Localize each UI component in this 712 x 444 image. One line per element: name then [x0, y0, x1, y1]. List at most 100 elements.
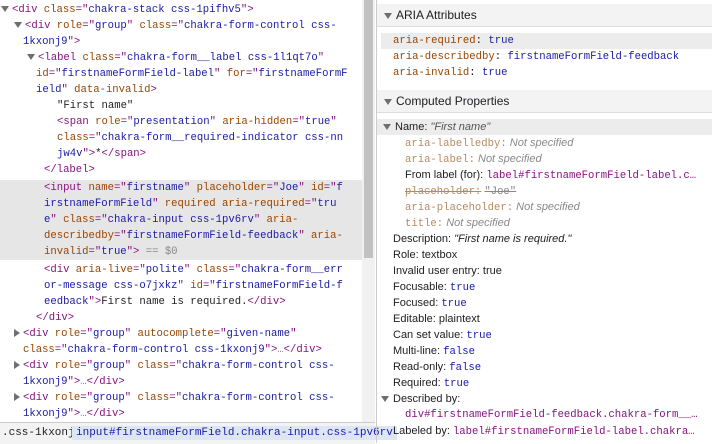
- expand-triangle-icon[interactable]: [384, 98, 392, 105]
- aria-attribute-name: aria-invalid: [393, 67, 470, 79]
- dom-token: id: [311, 182, 324, 194]
- dom-token: chakra-form__label css-1l1qt7o: [127, 52, 318, 64]
- dom-token: true: [304, 116, 331, 128]
- dom-token: <div: [23, 392, 55, 404]
- dom-token: ">: [264, 344, 278, 356]
- expand-triangle-icon[interactable]: [27, 54, 35, 61]
- expand-triangle-icon[interactable]: [14, 22, 22, 29]
- dom-token: class: [23, 344, 55, 356]
- dom-token: ": [298, 230, 312, 242]
- dom-node-line[interactable]: <input name="firstname" placeholder="Joe…: [0, 180, 362, 196]
- dom-token: class: [57, 132, 89, 144]
- dom-token: =": [228, 264, 242, 276]
- dom-token: required aria-required: [164, 198, 305, 210]
- dom-token: <div: [23, 328, 55, 340]
- dom-token: chakra-form-control css-: [183, 20, 337, 32]
- breadcrumb-item-active[interactable]: input#firstnameFormField.chakra-input.cs…: [72, 426, 397, 440]
- collapse-triangle-icon[interactable]: [14, 361, 20, 370]
- dom-token: =": [48, 68, 62, 80]
- dom-token: data-invalid: [74, 84, 151, 96]
- dom-token: ": [124, 328, 138, 340]
- dom-token: jw4v: [57, 148, 83, 160]
- expand-triangle-icon[interactable]: [381, 396, 389, 403]
- dom-token: =": [266, 182, 280, 194]
- dom-token: class: [196, 264, 229, 276]
- dom-token: group: [94, 20, 127, 32]
- computed-property-row: Description: "First name is required.": [393, 231, 571, 247]
- property-label: Invalid user entry:: [393, 265, 480, 277]
- dom-token: =": [114, 52, 128, 64]
- dom-token: =": [88, 246, 102, 258]
- aria-attribute-row[interactable]: aria-required: true: [381, 33, 712, 49]
- dom-token: =": [133, 264, 146, 276]
- dom-node-line[interactable]: e" class="chakra-input css-1pv6rv" aria-: [0, 212, 362, 228]
- name-source-value: Not specified: [516, 201, 580, 213]
- dom-token: <div: [23, 360, 55, 372]
- dom-token: given-name: [226, 328, 291, 340]
- property-label: Required:: [393, 377, 441, 389]
- breadcrumb-item[interactable]: .css-1kxonj9: [2, 426, 81, 440]
- aria-attribute-row[interactable]: aria-invalid: true: [381, 65, 507, 81]
- dom-token: tru: [317, 198, 337, 210]
- dom-token: </div>: [86, 376, 125, 388]
- name-source-link[interactable]: label#firstnameFormField-label.c…: [486, 170, 696, 182]
- dom-token: autocomplete: [137, 328, 214, 340]
- dom-token: <div: [12, 4, 44, 16]
- dom-token: =": [82, 20, 95, 32]
- labeled-by-value[interactable]: label#firstnameFormField-label.chakra…: [453, 426, 695, 438]
- dom-token: =": [80, 328, 93, 340]
- collapse-triangle-icon[interactable]: [14, 393, 20, 402]
- dom-tree-pane[interactable]: <div class="chakra-stack css-1pifhv5"> <d…: [0, 0, 362, 422]
- dom-node-line[interactable]: describedby="firstnameFormField-feedback…: [0, 228, 362, 244]
- dom-token: ">: [67, 408, 81, 420]
- property-value: "First name is required.": [454, 233, 572, 245]
- dom-scrollbar-thumb[interactable]: [364, 0, 373, 258]
- dom-token: </div>: [36, 312, 75, 324]
- property-label: Can set value:: [393, 329, 464, 341]
- computed-property-row: Read-only: false: [393, 359, 481, 375]
- property-value: true: [449, 282, 476, 294]
- aria-attributes-header[interactable]: ARIA Attributes: [377, 4, 712, 27]
- dom-token: ": [290, 328, 297, 340]
- dom-token: aria-: [266, 214, 299, 226]
- dom-token: =": [113, 230, 127, 242]
- collapse-triangle-icon[interactable]: [14, 329, 20, 338]
- dom-token: ": [177, 280, 191, 292]
- dom-token: ": [183, 182, 197, 194]
- described-by-row[interactable]: Described by:: [381, 391, 460, 407]
- dom-token: class: [137, 360, 170, 372]
- dom-token: eedback: [44, 296, 89, 308]
- dom-token: <div: [44, 264, 76, 276]
- expand-triangle-icon[interactable]: [384, 12, 392, 19]
- name-source-label: aria-placeholder:: [405, 202, 514, 214]
- dom-token: chakra-input css-1pv6rv: [107, 214, 254, 226]
- name-source-row: From label (for): label#firstnameFormFie…: [405, 167, 696, 183]
- dom-token: ">: [67, 36, 81, 48]
- computed-properties-header[interactable]: Computed Properties: [377, 90, 712, 113]
- property-value: true: [466, 330, 492, 342]
- name-row[interactable]: Name: "First name": [377, 119, 712, 135]
- dom-token: role: [95, 116, 121, 128]
- dom-token: polite: [145, 264, 184, 276]
- dom-token: role: [56, 20, 83, 32]
- dom-token: for: [226, 68, 246, 80]
- dom-token: == $0: [139, 246, 178, 258]
- property-value: plaintext: [438, 313, 480, 325]
- aria-attribute-row[interactable]: aria-describedby: firstnameFormField-fee…: [381, 49, 679, 65]
- described-by-value[interactable]: div#firstnameFormField-feedback.chakra-f…: [405, 409, 697, 421]
- dom-token: ": [183, 264, 197, 276]
- dom-node-line[interactable]: invalid="true"> == $0: [0, 244, 362, 260]
- expand-triangle-icon[interactable]: [383, 124, 391, 131]
- dom-node-line[interactable]: irstnameFormField" required aria-require…: [0, 196, 362, 212]
- computed-property-row: Focused: true: [393, 295, 467, 311]
- dom-token: ">: [126, 246, 140, 258]
- dom-token: class: [139, 20, 172, 32]
- described-by-link[interactable]: div#firstnameFormField-feedback.chakra-f…: [405, 407, 697, 423]
- aria-attribute-value: true: [488, 35, 514, 47]
- colon: :: [469, 67, 483, 79]
- expand-triangle-icon[interactable]: [1, 6, 9, 13]
- name-label: Name:: [395, 121, 428, 133]
- labeled-by-row: Labeled by: label#firstnameFormField-lab…: [393, 423, 695, 439]
- dom-token: </span>: [101, 148, 147, 160]
- dom-token: group: [92, 328, 125, 340]
